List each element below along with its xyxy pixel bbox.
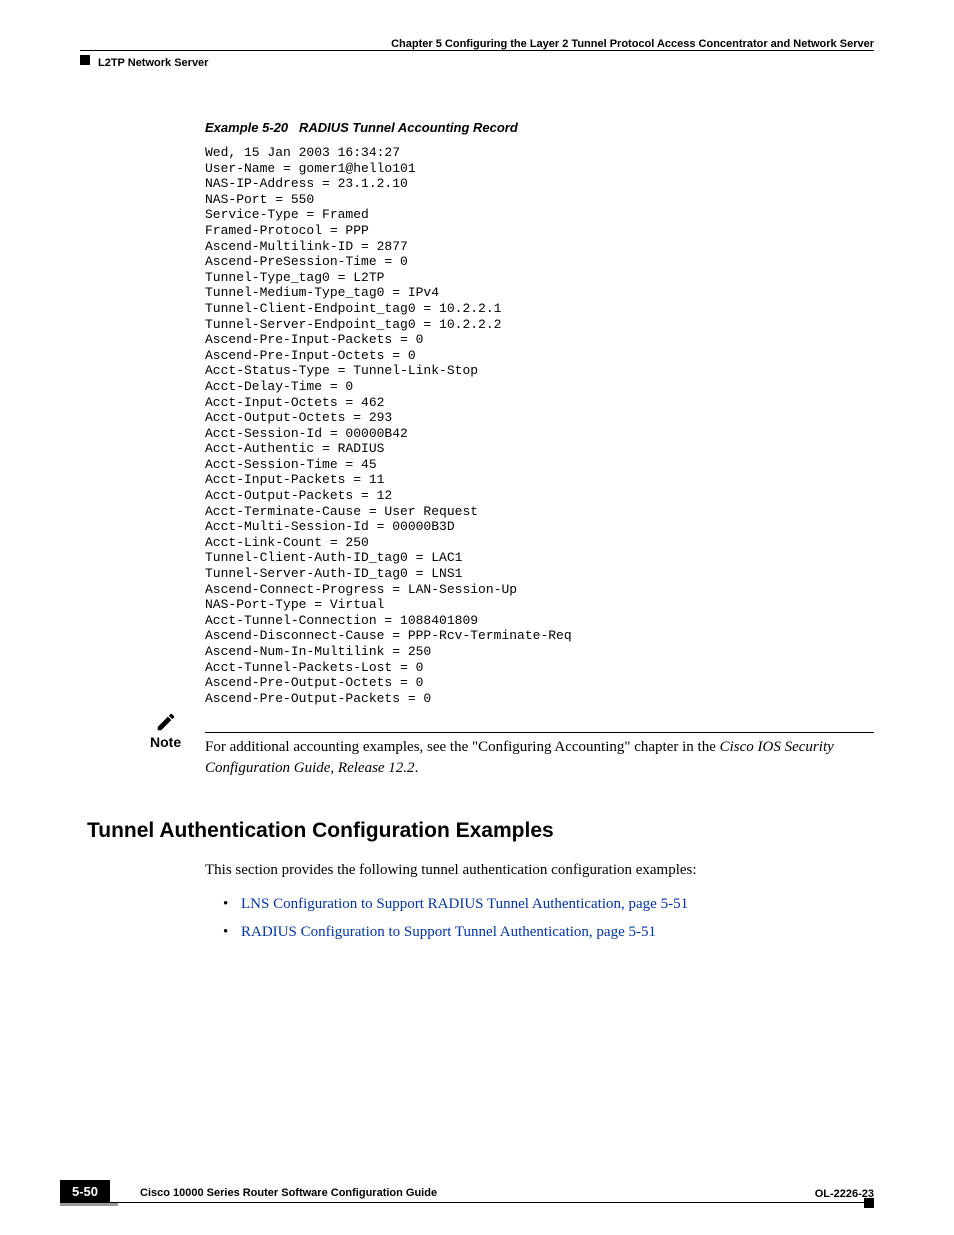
footer-guide-title: Cisco 10000 Series Router Software Confi…	[140, 1187, 874, 1202]
list-item: RADIUS Configuration to Support Tunnel A…	[223, 918, 874, 947]
code-listing: Wed, 15 Jan 2003 16:34:27 User-Name = go…	[205, 145, 874, 706]
section-label: L2TP Network Server	[98, 57, 208, 69]
link-lns-config[interactable]: LNS Configuration to Support RADIUS Tunn…	[241, 896, 688, 912]
page-header: Chapter 5 Configuring the Layer 2 Tunnel…	[80, 38, 874, 50]
main-content: Example 5-20 RADIUS Tunnel Accounting Re…	[205, 120, 874, 947]
page-footer: Cisco 10000 Series Router Software Confi…	[60, 1187, 874, 1203]
example-number: Example 5-20	[205, 120, 288, 135]
note-block: Note For additional accounting examples,…	[150, 714, 874, 779]
note-text-part3: .	[415, 760, 419, 776]
list-item: LNS Configuration to Support RADIUS Tunn…	[223, 890, 874, 919]
footer-rule	[110, 1202, 874, 1203]
footer-doc-id: OL-2226-23	[815, 1188, 874, 1200]
note-text: For additional accounting examples, see …	[205, 732, 874, 779]
link-list: LNS Configuration to Support RADIUS Tunn…	[223, 890, 874, 947]
header-rule	[80, 50, 874, 51]
section-intro: This section provides the following tunn…	[205, 859, 874, 882]
section-marker-icon	[80, 55, 90, 65]
link-radius-config[interactable]: RADIUS Configuration to Support Tunnel A…	[241, 924, 656, 940]
note-text-part1: For additional accounting examples, see …	[205, 739, 720, 755]
chapter-label: Chapter 5 Configuring the Layer 2 Tunnel…	[391, 38, 874, 50]
section-heading: Tunnel Authentication Configuration Exam…	[87, 819, 874, 843]
example-heading: Example 5-20 RADIUS Tunnel Accounting Re…	[205, 120, 874, 135]
page-number-shadow	[60, 1203, 118, 1206]
page-number: 5-50	[60, 1180, 110, 1203]
note-pen-icon	[155, 711, 177, 738]
example-title-text: RADIUS Tunnel Accounting Record	[299, 120, 518, 135]
